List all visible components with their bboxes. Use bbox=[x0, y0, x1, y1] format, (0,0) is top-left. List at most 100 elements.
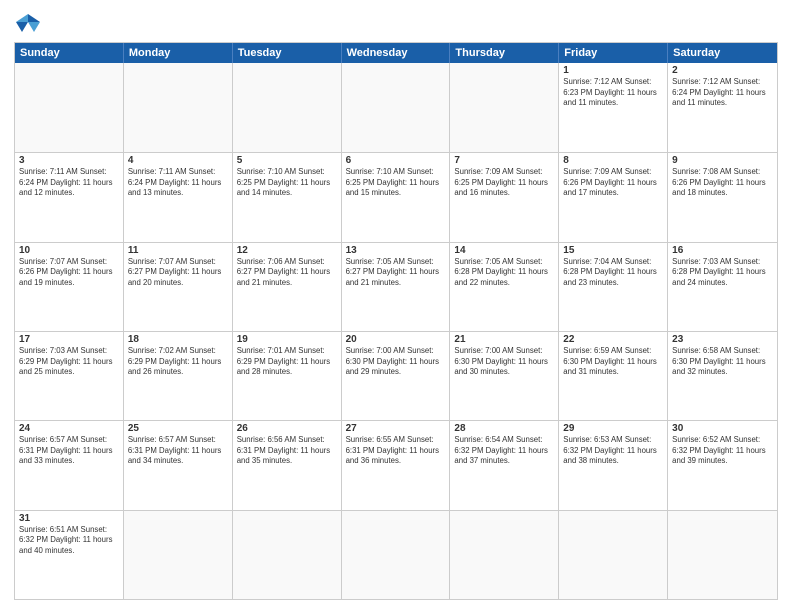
calendar-day-cell: 6Sunrise: 7:10 AM Sunset: 6:25 PM Daylig… bbox=[342, 153, 451, 241]
day-number: 14 bbox=[454, 245, 554, 256]
day-info: Sunrise: 6:51 AM Sunset: 6:32 PM Dayligh… bbox=[19, 525, 119, 557]
calendar-empty-cell bbox=[450, 63, 559, 152]
day-info: Sunrise: 7:11 AM Sunset: 6:24 PM Dayligh… bbox=[19, 167, 119, 199]
day-number: 9 bbox=[672, 155, 773, 166]
calendar-day-cell: 23Sunrise: 6:58 AM Sunset: 6:30 PM Dayli… bbox=[668, 332, 777, 420]
day-number: 29 bbox=[563, 423, 663, 434]
calendar-day-cell: 18Sunrise: 7:02 AM Sunset: 6:29 PM Dayli… bbox=[124, 332, 233, 420]
day-number: 27 bbox=[346, 423, 446, 434]
calendar-row: 31Sunrise: 6:51 AM Sunset: 6:32 PM Dayli… bbox=[15, 510, 777, 599]
calendar-day-cell: 29Sunrise: 6:53 AM Sunset: 6:32 PM Dayli… bbox=[559, 421, 668, 509]
calendar-day-cell: 30Sunrise: 6:52 AM Sunset: 6:32 PM Dayli… bbox=[668, 421, 777, 509]
calendar-day-cell: 5Sunrise: 7:10 AM Sunset: 6:25 PM Daylig… bbox=[233, 153, 342, 241]
calendar-empty-cell bbox=[233, 511, 342, 599]
day-info: Sunrise: 7:10 AM Sunset: 6:25 PM Dayligh… bbox=[346, 167, 446, 199]
calendar-day-cell: 13Sunrise: 7:05 AM Sunset: 6:27 PM Dayli… bbox=[342, 243, 451, 331]
calendar-empty-cell bbox=[124, 63, 233, 152]
day-number: 6 bbox=[346, 155, 446, 166]
day-number: 18 bbox=[128, 334, 228, 345]
calendar-day-cell: 28Sunrise: 6:54 AM Sunset: 6:32 PM Dayli… bbox=[450, 421, 559, 509]
day-info: Sunrise: 7:00 AM Sunset: 6:30 PM Dayligh… bbox=[346, 346, 446, 378]
header bbox=[14, 12, 778, 34]
day-info: Sunrise: 7:07 AM Sunset: 6:27 PM Dayligh… bbox=[128, 257, 228, 289]
calendar-row: 17Sunrise: 7:03 AM Sunset: 6:29 PM Dayli… bbox=[15, 331, 777, 420]
logo bbox=[14, 12, 46, 34]
day-number: 13 bbox=[346, 245, 446, 256]
general-blue-logo-icon bbox=[14, 12, 42, 34]
calendar-day-cell: 9Sunrise: 7:08 AM Sunset: 6:26 PM Daylig… bbox=[668, 153, 777, 241]
calendar-day-cell: 17Sunrise: 7:03 AM Sunset: 6:29 PM Dayli… bbox=[15, 332, 124, 420]
day-info: Sunrise: 7:08 AM Sunset: 6:26 PM Dayligh… bbox=[672, 167, 773, 199]
day-info: Sunrise: 7:03 AM Sunset: 6:28 PM Dayligh… bbox=[672, 257, 773, 289]
day-number: 1 bbox=[563, 65, 663, 76]
calendar-day-cell: 8Sunrise: 7:09 AM Sunset: 6:26 PM Daylig… bbox=[559, 153, 668, 241]
day-number: 21 bbox=[454, 334, 554, 345]
calendar-day-cell: 16Sunrise: 7:03 AM Sunset: 6:28 PM Dayli… bbox=[668, 243, 777, 331]
day-info: Sunrise: 6:52 AM Sunset: 6:32 PM Dayligh… bbox=[672, 435, 773, 467]
calendar-day-cell: 31Sunrise: 6:51 AM Sunset: 6:32 PM Dayli… bbox=[15, 511, 124, 599]
day-info: Sunrise: 7:09 AM Sunset: 6:25 PM Dayligh… bbox=[454, 167, 554, 199]
calendar-empty-cell bbox=[450, 511, 559, 599]
day-info: Sunrise: 7:03 AM Sunset: 6:29 PM Dayligh… bbox=[19, 346, 119, 378]
calendar-row: 1Sunrise: 7:12 AM Sunset: 6:23 PM Daylig… bbox=[15, 63, 777, 152]
day-number: 11 bbox=[128, 245, 228, 256]
calendar-day-cell: 20Sunrise: 7:00 AM Sunset: 6:30 PM Dayli… bbox=[342, 332, 451, 420]
calendar-empty-cell bbox=[15, 63, 124, 152]
calendar-day-cell: 22Sunrise: 6:59 AM Sunset: 6:30 PM Dayli… bbox=[559, 332, 668, 420]
calendar-day-cell: 3Sunrise: 7:11 AM Sunset: 6:24 PM Daylig… bbox=[15, 153, 124, 241]
day-info: Sunrise: 7:02 AM Sunset: 6:29 PM Dayligh… bbox=[128, 346, 228, 378]
calendar-day-cell: 19Sunrise: 7:01 AM Sunset: 6:29 PM Dayli… bbox=[233, 332, 342, 420]
day-info: Sunrise: 6:53 AM Sunset: 6:32 PM Dayligh… bbox=[563, 435, 663, 467]
day-info: Sunrise: 7:10 AM Sunset: 6:25 PM Dayligh… bbox=[237, 167, 337, 199]
calendar-empty-cell bbox=[559, 511, 668, 599]
day-number: 17 bbox=[19, 334, 119, 345]
day-info: Sunrise: 7:12 AM Sunset: 6:23 PM Dayligh… bbox=[563, 77, 663, 109]
calendar-day-cell: 14Sunrise: 7:05 AM Sunset: 6:28 PM Dayli… bbox=[450, 243, 559, 331]
day-info: Sunrise: 6:57 AM Sunset: 6:31 PM Dayligh… bbox=[19, 435, 119, 467]
day-number: 22 bbox=[563, 334, 663, 345]
day-info: Sunrise: 7:00 AM Sunset: 6:30 PM Dayligh… bbox=[454, 346, 554, 378]
day-number: 7 bbox=[454, 155, 554, 166]
day-number: 30 bbox=[672, 423, 773, 434]
day-number: 31 bbox=[19, 513, 119, 524]
day-info: Sunrise: 7:05 AM Sunset: 6:28 PM Dayligh… bbox=[454, 257, 554, 289]
day-number: 12 bbox=[237, 245, 337, 256]
day-info: Sunrise: 6:57 AM Sunset: 6:31 PM Dayligh… bbox=[128, 435, 228, 467]
calendar-header-cell: Monday bbox=[124, 43, 233, 63]
calendar-body: 1Sunrise: 7:12 AM Sunset: 6:23 PM Daylig… bbox=[15, 63, 777, 599]
day-number: 4 bbox=[128, 155, 228, 166]
calendar-header-cell: Wednesday bbox=[342, 43, 451, 63]
calendar: SundayMondayTuesdayWednesdayThursdayFrid… bbox=[14, 42, 778, 600]
calendar-day-cell: 21Sunrise: 7:00 AM Sunset: 6:30 PM Dayli… bbox=[450, 332, 559, 420]
calendar-row: 24Sunrise: 6:57 AM Sunset: 6:31 PM Dayli… bbox=[15, 420, 777, 509]
day-number: 8 bbox=[563, 155, 663, 166]
calendar-day-cell: 24Sunrise: 6:57 AM Sunset: 6:31 PM Dayli… bbox=[15, 421, 124, 509]
day-info: Sunrise: 6:56 AM Sunset: 6:31 PM Dayligh… bbox=[237, 435, 337, 467]
day-info: Sunrise: 7:04 AM Sunset: 6:28 PM Dayligh… bbox=[563, 257, 663, 289]
calendar-empty-cell bbox=[668, 511, 777, 599]
day-info: Sunrise: 7:05 AM Sunset: 6:27 PM Dayligh… bbox=[346, 257, 446, 289]
page: SundayMondayTuesdayWednesdayThursdayFrid… bbox=[0, 0, 792, 612]
day-info: Sunrise: 7:01 AM Sunset: 6:29 PM Dayligh… bbox=[237, 346, 337, 378]
day-info: Sunrise: 7:07 AM Sunset: 6:26 PM Dayligh… bbox=[19, 257, 119, 289]
day-info: Sunrise: 7:06 AM Sunset: 6:27 PM Dayligh… bbox=[237, 257, 337, 289]
calendar-header: SundayMondayTuesdayWednesdayThursdayFrid… bbox=[15, 43, 777, 63]
calendar-empty-cell bbox=[124, 511, 233, 599]
calendar-header-cell: Sunday bbox=[15, 43, 124, 63]
day-info: Sunrise: 6:58 AM Sunset: 6:30 PM Dayligh… bbox=[672, 346, 773, 378]
day-info: Sunrise: 7:09 AM Sunset: 6:26 PM Dayligh… bbox=[563, 167, 663, 199]
calendar-day-cell: 11Sunrise: 7:07 AM Sunset: 6:27 PM Dayli… bbox=[124, 243, 233, 331]
calendar-day-cell: 2Sunrise: 7:12 AM Sunset: 6:24 PM Daylig… bbox=[668, 63, 777, 152]
day-number: 28 bbox=[454, 423, 554, 434]
day-info: Sunrise: 6:59 AM Sunset: 6:30 PM Dayligh… bbox=[563, 346, 663, 378]
day-number: 19 bbox=[237, 334, 337, 345]
calendar-empty-cell bbox=[233, 63, 342, 152]
day-number: 20 bbox=[346, 334, 446, 345]
calendar-header-cell: Friday bbox=[559, 43, 668, 63]
calendar-day-cell: 27Sunrise: 6:55 AM Sunset: 6:31 PM Dayli… bbox=[342, 421, 451, 509]
day-number: 24 bbox=[19, 423, 119, 434]
calendar-empty-cell bbox=[342, 511, 451, 599]
calendar-day-cell: 10Sunrise: 7:07 AM Sunset: 6:26 PM Dayli… bbox=[15, 243, 124, 331]
day-number: 26 bbox=[237, 423, 337, 434]
calendar-header-cell: Thursday bbox=[450, 43, 559, 63]
